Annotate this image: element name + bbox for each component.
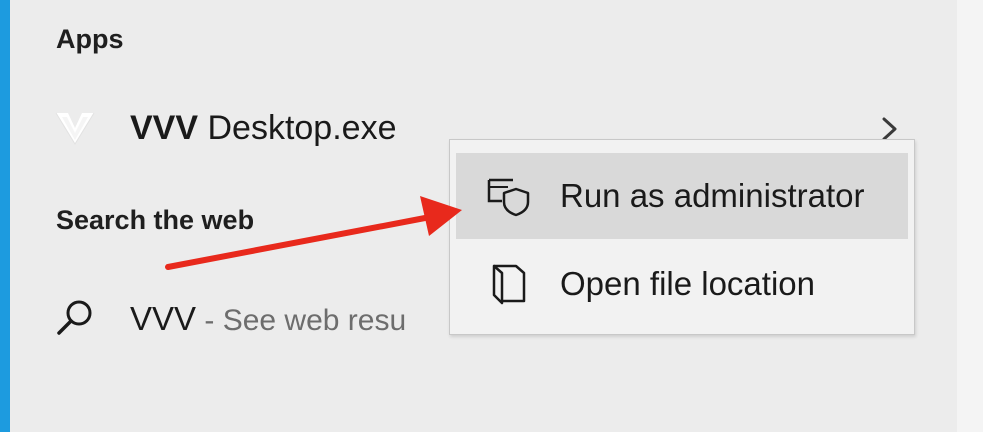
menu-item-run-as-administrator[interactable]: Run as administrator [456,153,908,239]
search-web-section-heading: Search the web [56,205,255,235]
menu-item-label: Open file location [560,265,815,302]
apps-section-heading: Apps [56,24,124,54]
app-name-bold: VVV [130,109,199,147]
preview-pane-edge [957,0,983,432]
search-icon [57,300,92,335]
folder-open-icon [492,264,526,305]
start-menu-search-screen: Apps VVV Desktop.exe Search the web VVV … [0,0,983,432]
web-query-text: VVV - See web resu [130,300,406,338]
context-menu: Run as administrator Open file location [449,139,915,335]
vvv-logo-icon [55,112,95,145]
app-name-rest: Desktop.exe [198,109,397,147]
menu-item-open-file-location[interactable]: Open file location [456,241,908,327]
web-query-suffix: - See web resu [196,304,407,337]
web-search-result[interactable]: VVV - See web resu [40,282,460,352]
app-name: VVV Desktop.exe [130,109,397,148]
menu-item-label: Run as administrator [560,177,865,214]
run-as-admin-shield-icon [487,178,530,217]
web-query-term: VVV [130,300,197,337]
accent-bar [0,0,10,432]
